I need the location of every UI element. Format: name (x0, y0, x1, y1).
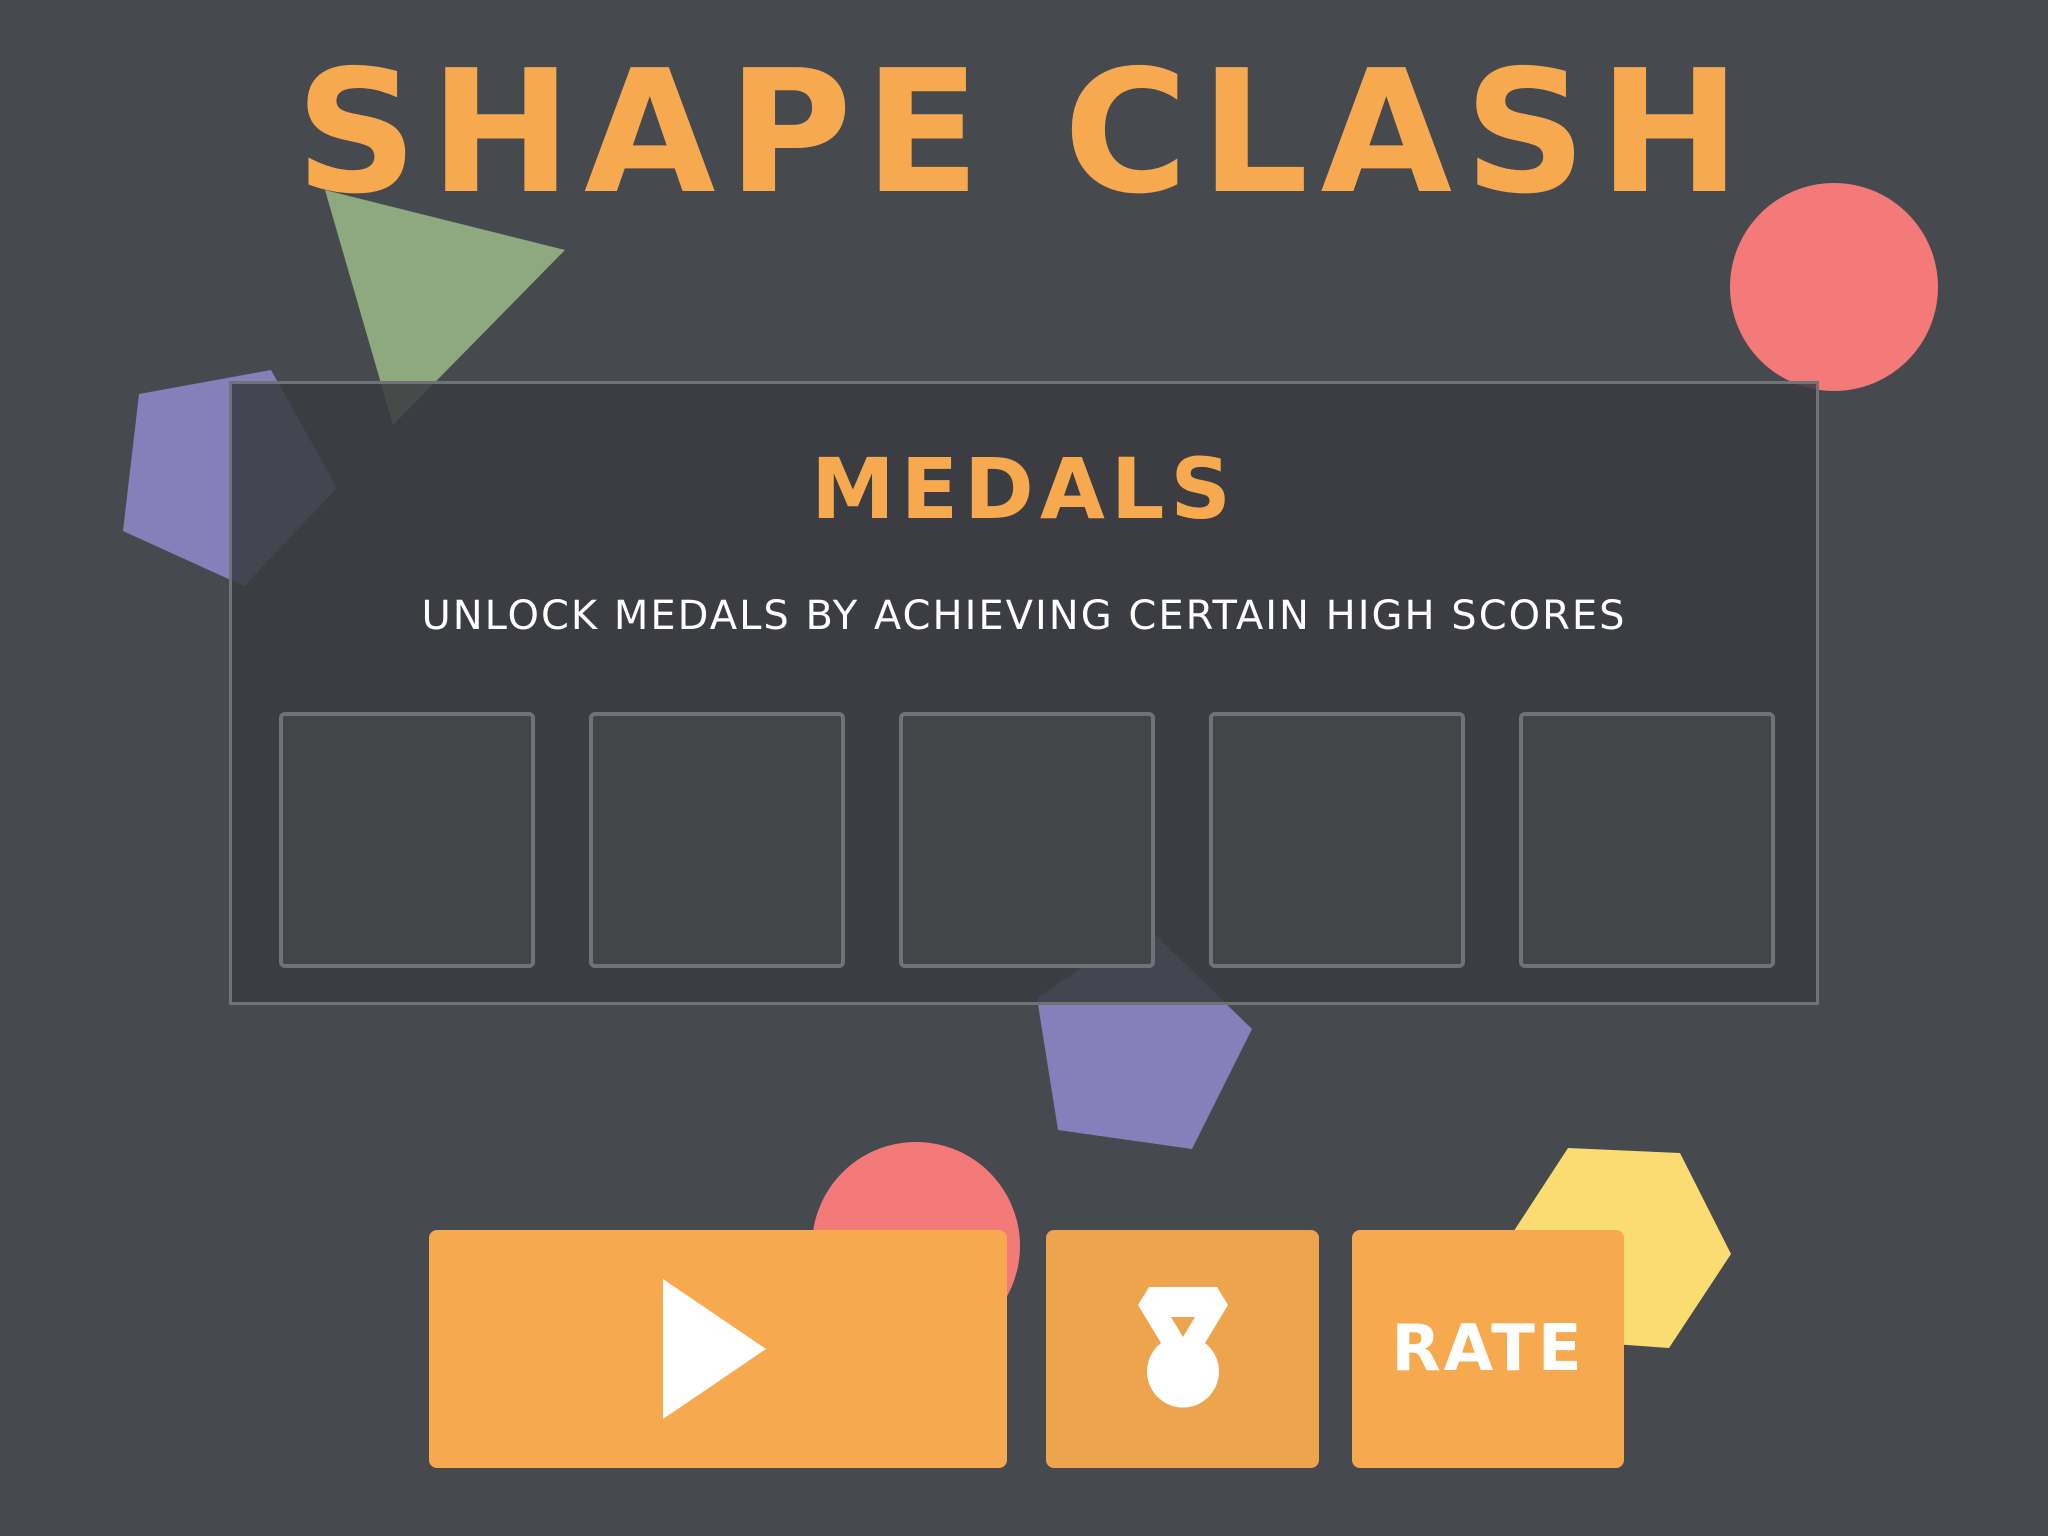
medal-slot-3 (899, 712, 1155, 968)
medal-slots (279, 712, 1775, 968)
game-screen: SHAPE CLASH MEDALS UNLOCK MEDALS BY ACHI… (0, 0, 2048, 1536)
play-icon (663, 1279, 766, 1419)
medals-panel: MEDALS UNLOCK MEDALS BY ACHIEVING CERTAI… (229, 381, 1819, 1005)
medal-slot-5 (1519, 712, 1775, 968)
medals-button[interactable] (1046, 1230, 1319, 1468)
medals-panel-subtitle: UNLOCK MEDALS BY ACHIEVING CERTAIN HIGH … (421, 593, 1627, 639)
game-title: SHAPE CLASH (295, 34, 1753, 232)
medal-slot-2 (589, 712, 845, 968)
rate-button-label: RATE (1391, 1312, 1585, 1386)
medals-panel-title: MEDALS (811, 440, 1237, 538)
medal-slot-1 (279, 712, 535, 968)
medal-icon (1137, 1287, 1228, 1408)
play-button[interactable] (429, 1230, 1007, 1468)
rate-button[interactable]: RATE (1352, 1230, 1624, 1468)
medal-slot-4 (1209, 712, 1465, 968)
